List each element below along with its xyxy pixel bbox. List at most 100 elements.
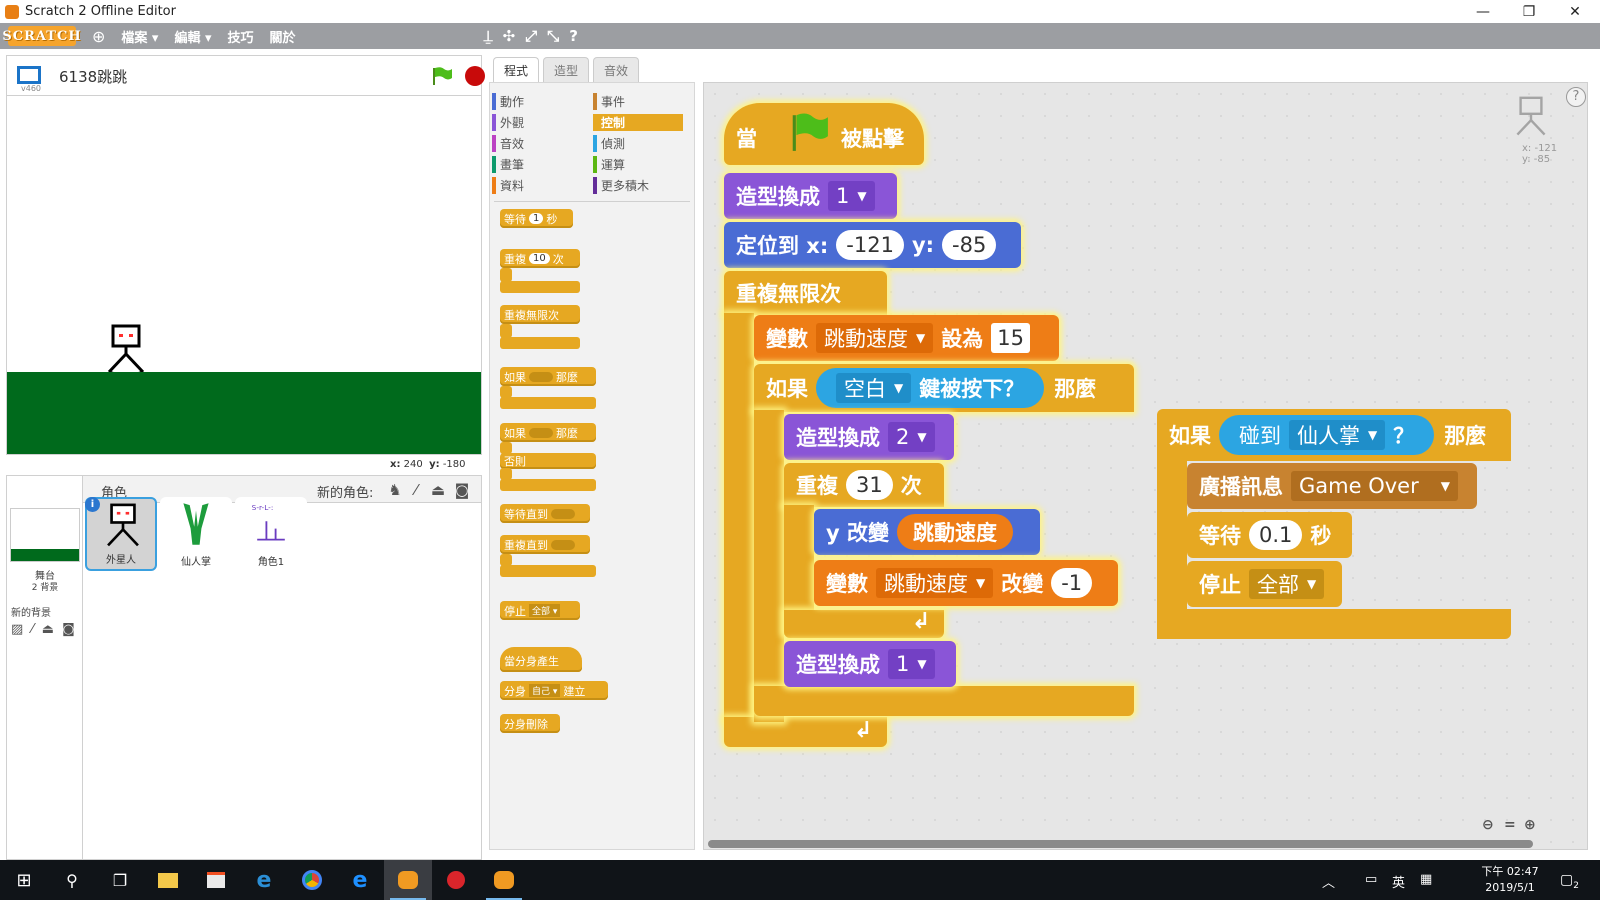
palette-clone-hat-block[interactable]: 當分身產生 [500,647,582,672]
scratch-taskbar-icon[interactable] [384,860,432,900]
alien-sprite[interactable] [101,324,151,376]
shrink-tool-icon[interactable]: ⤡ [547,27,559,45]
palette-wait-until-block[interactable]: 等待直到 [500,504,590,523]
tray-chevron-icon[interactable]: ︿ [1322,872,1335,891]
menu-edit[interactable]: 編輯 ▾ [174,27,211,46]
taskbar-clock[interactable]: 下午 02:47 2019/5/1 [1470,864,1550,896]
variable-dropdown[interactable]: 跳動速度 ▼ [816,323,934,353]
palette-if-block[interactable]: 如果 那麼 [500,367,596,386]
scratch-taskbar-icon-2[interactable] [480,860,528,900]
stage-selector[interactable]: 舞台 2 背景 新的背景 ▨ ⁄ ⏏ ◙ [7,476,83,859]
broadcast-block[interactable]: 廣播訊息 Game Over ▼ [1187,463,1477,509]
switch-costume-block-3[interactable]: 造型換成 1 ▼ [784,641,956,687]
when-flag-clicked-hat[interactable]: 當 被點擊 [724,103,924,165]
switch-costume-block-2[interactable]: 造型換成 2 ▼ [784,414,954,460]
costume-dropdown[interactable]: 2 ▼ [888,422,935,452]
palette-delete-clone-block[interactable]: 分身刪除 [500,714,560,733]
sprite-tile-sprite1[interactable]: S-r-L-: 角色1 [235,497,307,571]
internet-explorer-icon[interactable]: e [240,860,288,900]
variable-dropdown[interactable]: 跳動速度 ▼ [876,568,994,598]
category-pen[interactable]: 畫筆 [492,156,582,173]
grow-tool-icon[interactable]: ⤢ [525,27,537,45]
if-key-pressed-block[interactable]: 如果 空白 ▼ 鍵被按下？ 那麼 [754,364,1134,412]
file-explorer-icon[interactable] [144,860,192,900]
chrome-icon[interactable] [288,860,336,900]
network-icon[interactable]: ▭ [1365,872,1377,887]
category-motion[interactable]: 動作 [492,93,582,110]
wait-block[interactable]: 等待 0.1 秒 [1187,512,1352,558]
category-events[interactable]: 事件 [593,93,683,110]
tab-costumes[interactable]: 造型 [543,57,589,82]
minimize-button[interactable]: — [1460,0,1506,23]
set-variable-block[interactable]: 變數 跳動速度 ▼ 設為 15 [754,315,1059,361]
y-input[interactable]: -85 [942,230,997,260]
repeat-block[interactable]: 重複 31 次 [784,463,944,507]
palette-repeat-block[interactable]: 重複 10 次 [500,249,580,268]
sprite-tile-cactus[interactable]: 仙人掌 [160,497,232,571]
if-touching-block[interactable]: 如果 碰到 仙人掌 ▼ ？ 那麼 [1157,409,1511,461]
palette-if-else-block[interactable]: 如果 那麼 [500,423,596,442]
category-control[interactable]: 控制 [593,114,683,131]
palette-stop-block[interactable]: 停止 全部 ▾ [500,601,580,620]
close-button[interactable]: ✕ [1552,0,1598,23]
change-variable-block[interactable]: 變數 跳動速度 ▼ 改變 -1 [814,560,1118,606]
palette-forever-block[interactable]: 重複無限次 [500,305,580,324]
sprite-library-icon[interactable]: ♞ [386,481,404,499]
restore-button[interactable]: ❐ [1506,0,1552,23]
menu-about[interactable]: 關於 [270,27,296,46]
camera-sprite-icon[interactable]: ◙ [453,481,471,499]
costume-dropdown[interactable]: 1 ▼ [828,181,875,211]
category-data[interactable]: 資料 [492,177,582,194]
stop-sign-icon[interactable] [465,66,485,86]
x-input[interactable]: -121 [836,230,904,260]
category-looks[interactable]: 外觀 [492,114,582,131]
paint-sprite-icon[interactable]: ⁄ [407,481,425,499]
category-sound[interactable]: 音效 [492,135,582,152]
ime-indicator[interactable]: 英 [1392,872,1405,891]
ime-mode-icon[interactable]: ▦ [1420,872,1432,887]
message-dropdown[interactable]: Game Over ▼ [1291,471,1458,501]
category-more-blocks[interactable]: 更多積木 [593,177,683,194]
palette-repeat-until-block[interactable]: 重複直到 [500,535,590,554]
block-help-icon[interactable]: ? [569,27,578,45]
help-icon[interactable]: ? [1566,87,1586,107]
task-view-icon[interactable]: ❐ [96,860,144,900]
switch-costume-block[interactable]: 造型換成 1 ▼ [724,173,897,219]
search-icon[interactable]: ⚲ [48,860,96,900]
menu-tips[interactable]: 技巧 [228,27,254,46]
stage-thumbnail[interactable] [10,508,80,562]
stop-block[interactable]: 停止 全部 ▼ [1187,561,1342,607]
fullscreen-icon[interactable] [17,66,41,84]
delete-tool-icon[interactable]: ✣ [503,27,516,45]
upload-sprite-icon[interactable]: ⏏ [429,481,447,499]
key-pressed-condition[interactable]: 空白 ▼ 鍵被按下？ [816,368,1045,408]
green-flag-icon[interactable] [431,66,453,86]
palette-create-clone-block[interactable]: 分身 自己 ▾ 建立 [500,681,608,700]
new-backdrop-tools[interactable]: ▨ ⁄ ⏏ ◙ [11,622,77,637]
zoom-reset-icon[interactable]: = [1504,817,1516,833]
horizontal-scrollbar[interactable] [708,840,1533,848]
zoom-in-icon[interactable]: ⊕ [1524,817,1536,833]
info-icon[interactable]: i [85,497,100,512]
stop-dropdown[interactable]: 全部 ▼ [1249,569,1325,599]
scratch-logo[interactable]: SCRATCH [2,26,81,46]
change-y-block[interactable]: y 改變 跳動速度 [814,509,1040,555]
start-button[interactable]: ⊞ [0,860,48,900]
palette-wait-block[interactable]: 等待 1 秒 [500,209,573,228]
script-area[interactable]: x: -121 y: -85 ? 當 被點擊 造型換成 1 ▼ 定位到 x: -1… [703,82,1588,850]
wait-seconds-input[interactable]: 0.1 [1249,520,1303,550]
change-value-input[interactable]: -1 [1051,568,1093,598]
costume-dropdown[interactable]: 1 ▼ [888,649,935,679]
project-title[interactable]: 6138跳跳 [59,66,127,87]
tab-sounds[interactable]: 音效 [593,57,639,82]
category-sensing[interactable]: 偵測 [593,135,683,152]
speed-reporter[interactable]: 跳動速度 [897,514,1013,550]
go-to-xy-block[interactable]: 定位到 x: -121 y: -85 [724,222,1021,268]
repeat-count-input[interactable]: 31 [846,470,893,500]
notification-icon[interactable]: ▢2 [1560,872,1579,891]
tab-scripts[interactable]: 程式 [493,57,539,83]
menu-file[interactable]: 檔案 ▾ [121,27,158,46]
store-icon[interactable] [192,860,240,900]
touch-target-dropdown[interactable]: 仙人掌 ▼ [1289,420,1386,450]
edge-icon[interactable]: e [336,860,384,900]
